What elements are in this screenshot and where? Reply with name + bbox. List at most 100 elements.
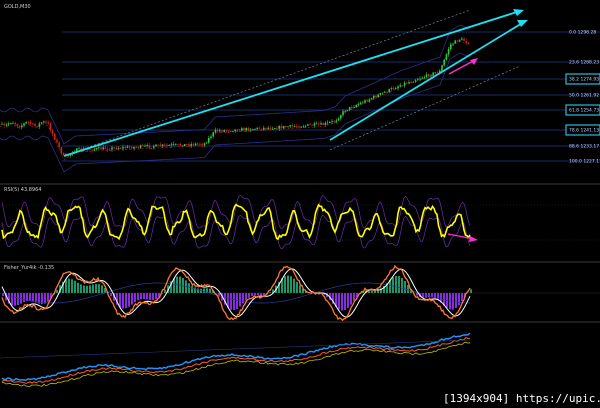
candle-body [23, 123, 25, 126]
candle-body [122, 147, 124, 149]
candle-body [331, 121, 333, 123]
fisher-histogram-bar [83, 285, 85, 293]
candle-body [186, 144, 188, 145]
fisher-histogram-bar [245, 293, 247, 301]
fisher-histogram-bar [404, 281, 406, 293]
candle-body [111, 147, 113, 150]
candle-body [285, 126, 287, 127]
candle-body [106, 149, 109, 150]
candle-body [45, 121, 47, 123]
candle-body [128, 146, 131, 148]
candle-body [234, 129, 236, 132]
candle-body [212, 132, 214, 137]
fisher-histogram-bar [248, 293, 250, 298]
candle-body [364, 100, 366, 103]
fisher-histogram-bar [110, 293, 112, 297]
fisher-histogram-bar [32, 293, 34, 302]
fisher-histogram-bar [338, 293, 340, 310]
candle-body [197, 143, 199, 145]
fast-ma-line [1, 332, 471, 381]
candle-body [461, 38, 463, 40]
candle-body [166, 144, 168, 146]
candle-body [170, 144, 173, 146]
candle-body [153, 146, 155, 148]
candle-body [315, 123, 318, 125]
candle-body [27, 121, 30, 123]
fisher-histogram-bar [149, 293, 151, 300]
candle-body [359, 102, 362, 105]
fisher-histogram-bar [17, 293, 19, 306]
fisher-histogram-bar [470, 289, 472, 293]
candle-body [219, 130, 221, 132]
candle-body [3, 123, 5, 126]
candle-body [148, 145, 151, 148]
candle-body [406, 82, 408, 84]
fisher-histogram-bar [341, 293, 343, 311]
candle-body [263, 127, 265, 130]
candle-body [5, 124, 8, 126]
fisher-histogram-bar [71, 279, 73, 293]
fisher-histogram-bar [347, 293, 349, 308]
candle-body [157, 144, 159, 146]
candle-body [456, 40, 459, 42]
candle-body [348, 107, 351, 110]
candle-body [346, 109, 349, 111]
candle-body [296, 126, 298, 128]
candle-body [98, 147, 100, 149]
fisher-histogram-bar [239, 293, 241, 307]
fisher-histogram-bar [164, 289, 166, 293]
candle-body [227, 130, 230, 132]
fisher-histogram-bar [398, 276, 400, 293]
candle-body [423, 76, 426, 78]
fib-level-label: 61.8 1254.73 [569, 108, 599, 114]
candle-body [318, 123, 320, 125]
candle-body [14, 122, 16, 125]
candle-body [181, 145, 184, 147]
candle-body [133, 146, 135, 149]
fisher-histogram-bar [125, 293, 127, 309]
upper-trendline [63, 10, 521, 157]
candle-body [265, 127, 267, 129]
fisher-histogram-bar [416, 293, 418, 296]
candle-body [401, 85, 404, 86]
candle-body [146, 145, 148, 146]
candle-body [392, 88, 395, 89]
candle-body [300, 126, 302, 128]
candle-body [60, 147, 63, 154]
fisher-histogram-bar [269, 292, 271, 293]
candle-body [373, 95, 375, 99]
fisher-histogram-bar [92, 284, 94, 293]
candle-body [142, 145, 144, 147]
fisher-histogram-bar [101, 285, 103, 293]
candle-body [384, 91, 386, 93]
candle-body [179, 143, 181, 146]
fisher-histogram-bar [407, 285, 409, 293]
candle-body [450, 44, 452, 49]
candle-body [322, 123, 324, 125]
candle-body [102, 147, 104, 150]
candle-body [465, 41, 467, 43]
fisher-histogram-bar [23, 293, 25, 303]
candle-body [51, 130, 54, 134]
fisher-histogram-bar [191, 285, 193, 293]
fisher-histogram-bar [74, 280, 76, 293]
candle-body [137, 147, 140, 148]
candle-body [454, 40, 456, 44]
candle-body [100, 147, 102, 150]
candle-body [434, 72, 437, 74]
price-panel-title: GOLD,M30 [4, 4, 31, 10]
fisher-histogram-bar [233, 293, 235, 311]
fib-level-label: 23.6 1288.23 [569, 60, 599, 66]
candle-body [302, 126, 305, 128]
candle-body [256, 127, 258, 129]
moving-average [0, 40, 471, 161]
fisher-histogram-bar [353, 293, 355, 301]
candle-body [430, 75, 432, 77]
fisher-histogram-bar [350, 293, 352, 305]
candle-body [54, 133, 56, 140]
candle-body [452, 43, 454, 45]
fisher-histogram-bar [122, 293, 124, 309]
candle-body [113, 147, 115, 149]
fib-level-label: 78.6 1241.13 [569, 128, 599, 134]
fisher-histogram-bar [47, 293, 49, 302]
